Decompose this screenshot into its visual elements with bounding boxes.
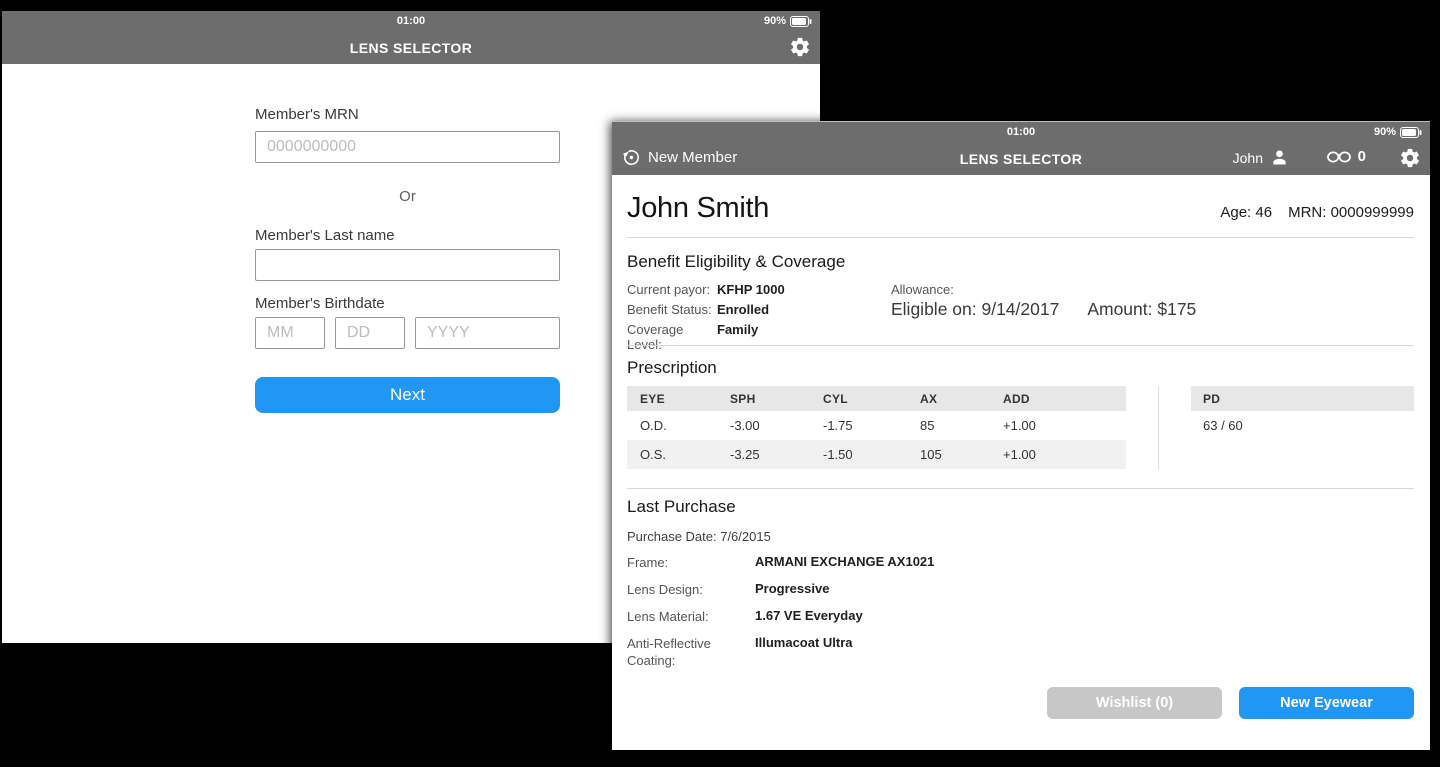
mrn-input[interactable]: [255, 131, 560, 163]
cell: -1.50: [823, 447, 920, 462]
allowance-label: Allowance:: [891, 282, 954, 297]
col-header: SPH: [730, 392, 823, 406]
benefit-value: KFHP 1000: [717, 282, 785, 297]
allowance-details: Eligible on: 9/14/2017 Amount: $175: [891, 299, 1196, 320]
cell: 85: [920, 418, 1003, 433]
purchase-value: 1.67 VE Everyday: [755, 608, 863, 625]
prescription-table: EYE SPH CYL AX ADD O.D. -3.00 -1.75 85 +…: [627, 386, 1126, 469]
eligible-on: Eligible on: 9/14/2017: [891, 299, 1059, 320]
birthdate-label: Member's Birthdate: [255, 295, 385, 312]
purchase-label: Anti-Reflective Coating:: [627, 635, 755, 669]
purchase-row: Frame: ARMANI EXCHANGE AX1021: [627, 554, 1414, 571]
app-title: LENS SELECTOR: [612, 151, 1430, 167]
battery-icon: [790, 16, 812, 27]
search-header: 01:00 90% LENS SELECTOR: [2, 11, 820, 64]
benefit-row: Current payor: KFHP 1000: [627, 282, 785, 297]
purchase-value: Progressive: [755, 581, 829, 598]
purchase-date: Purchase Date: 7/6/2015: [627, 529, 771, 544]
nav-bar: LENS SELECTOR: [2, 31, 820, 64]
cell: +1.00: [1003, 447, 1126, 462]
pd-table: PD 63 / 60: [1191, 386, 1414, 440]
col-header: CYL: [823, 392, 920, 406]
status-time: 01:00: [2, 15, 820, 27]
benefit-label: Benefit Status:: [627, 302, 717, 317]
or-separator: Or: [255, 188, 560, 205]
member-meta: Age: 46 MRN: 0000999999: [1220, 204, 1414, 221]
next-button[interactable]: Next: [255, 377, 560, 413]
user-name: John: [1233, 150, 1263, 166]
settings-gear-icon[interactable]: [1399, 147, 1421, 169]
cell: O.D.: [640, 418, 730, 433]
cell: -3.25: [730, 447, 823, 462]
last-name-input[interactable]: [255, 249, 560, 281]
new-eyewear-button[interactable]: New Eyewear: [1239, 687, 1414, 719]
prescription-section-title: Prescription: [627, 358, 717, 378]
cell: -1.75: [823, 418, 920, 433]
benefit-label: Current payor:: [627, 282, 717, 297]
benefit-row: Benefit Status: Enrolled: [627, 302, 769, 317]
status-bar: 01:00 90%: [2, 11, 820, 31]
member-detail-window: 01:00 90% New Member LENS SELECTOR: [612, 121, 1430, 750]
battery-indicator: 90%: [1374, 126, 1422, 138]
cell: O.S.: [640, 447, 730, 462]
purchase-label: Lens Design:: [627, 581, 755, 598]
purchase-value: Illumacoat Ultra: [755, 635, 853, 669]
battery-percent: 90%: [764, 15, 786, 27]
purchase-row: Anti-Reflective Coating: Illumacoat Ultr…: [627, 635, 1414, 669]
benefit-section-title: Benefit Eligibility & Coverage: [627, 252, 845, 272]
col-header: ADD: [1003, 392, 1126, 406]
birth-day-input[interactable]: [335, 317, 405, 349]
birth-month-input[interactable]: [255, 317, 325, 349]
user-menu[interactable]: John: [1233, 147, 1290, 168]
allowance-amount: Amount: $175: [1087, 299, 1196, 320]
divider: [627, 488, 1414, 489]
table-row: O.S. -3.25 -1.50 105 +1.00: [627, 440, 1126, 469]
table-row: O.D. -3.00 -1.75 85 +1.00: [627, 411, 1126, 440]
stage: 01:00 90% LENS SELECTOR Member's MRN Or …: [0, 0, 1440, 767]
status-bar: 01:00 90%: [612, 122, 1430, 142]
glasses-icon: [1326, 149, 1352, 165]
divider: [627, 237, 1414, 238]
benefit-value: Enrolled: [717, 302, 769, 317]
purchase-label: Lens Material:: [627, 608, 755, 625]
nav-bar: New Member LENS SELECTOR John 0: [612, 142, 1430, 175]
cell: -3.00: [730, 418, 823, 433]
wishlist-count: 0: [1358, 148, 1366, 165]
wishlist-counter[interactable]: 0: [1326, 148, 1366, 165]
member-name-row: John Smith Age: 46 MRN: 0000999999: [627, 192, 1414, 225]
battery-percent: 90%: [1374, 126, 1396, 138]
purchase-label: Frame:: [627, 554, 755, 571]
prescription-table-header: EYE SPH CYL AX ADD: [627, 386, 1126, 411]
benefit-row: Coverage Level: Family: [627, 322, 758, 352]
purchase-row: Lens Design: Progressive: [627, 581, 1414, 598]
pd-value: 63 / 60: [1191, 411, 1414, 440]
member-name: John Smith: [627, 192, 769, 225]
col-header: EYE: [640, 392, 730, 406]
benefit-label: Coverage Level:: [627, 322, 717, 352]
settings-gear-icon[interactable]: [789, 36, 811, 58]
wishlist-button[interactable]: Wishlist (0): [1047, 687, 1222, 719]
benefit-value: Family: [717, 322, 758, 352]
table-vertical-separator: [1158, 386, 1159, 470]
purchase-value: ARMANI EXCHANGE AX1021: [755, 554, 934, 571]
last-purchase-section-title: Last Purchase: [627, 497, 736, 517]
cell: +1.00: [1003, 418, 1126, 433]
member-age: Age: 46: [1220, 204, 1272, 221]
mrn-label: Member's MRN: [255, 106, 359, 123]
member-header: 01:00 90% New Member LENS SELECTOR: [612, 122, 1430, 175]
battery-indicator: 90%: [764, 15, 812, 27]
status-time: 01:00: [612, 126, 1430, 138]
member-mrn: MRN: 0000999999: [1288, 204, 1414, 221]
purchase-row: Lens Material: 1.67 VE Everyday: [627, 608, 1414, 625]
cell: 105: [920, 447, 1003, 462]
app-title: LENS SELECTOR: [2, 40, 820, 56]
last-name-label: Member's Last name: [255, 227, 395, 244]
pd-header: PD: [1191, 386, 1414, 411]
battery-icon: [1400, 127, 1422, 138]
person-icon: [1269, 147, 1290, 168]
birth-year-input[interactable]: [415, 317, 560, 349]
divider: [627, 345, 1414, 346]
col-header: AX: [920, 392, 1003, 406]
